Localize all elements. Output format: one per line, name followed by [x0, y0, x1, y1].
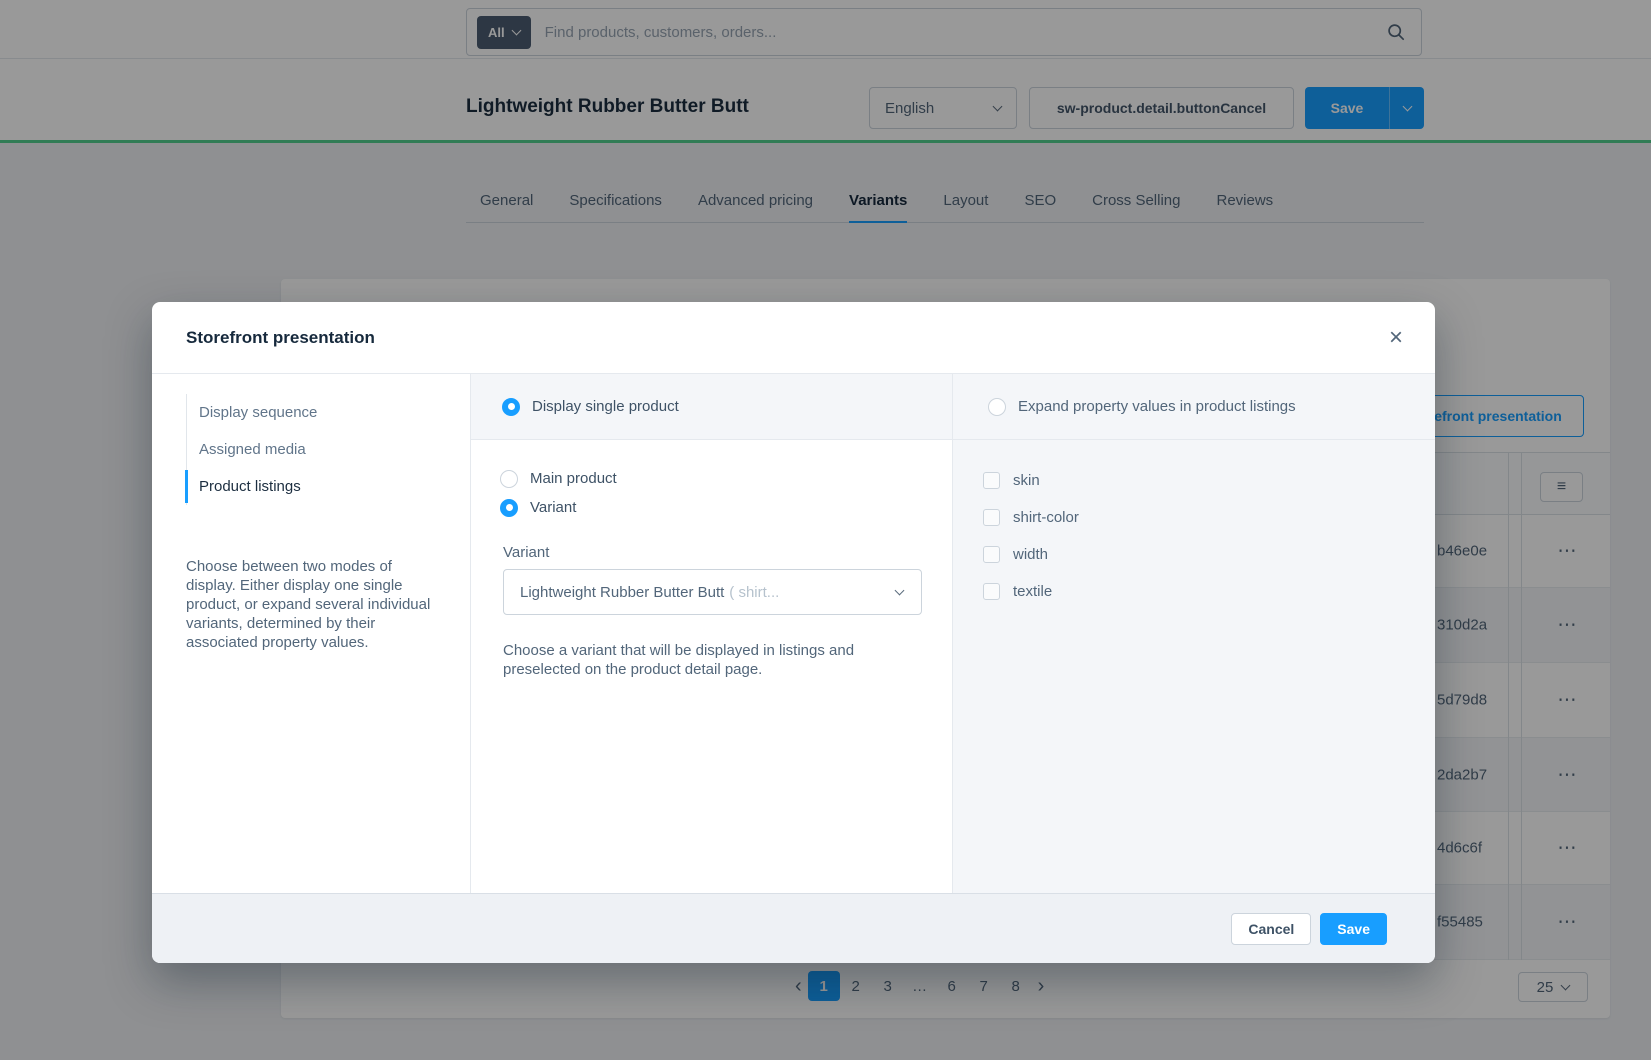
variant-help-text: Choose a variant that will be displayed …	[503, 641, 911, 679]
option-main-product: Main product	[500, 464, 952, 493]
property-label: width	[1013, 546, 1048, 563]
property-row-shirt-color: shirt-color	[983, 499, 1435, 536]
expand-properties-panel: Expand property values in product listin…	[953, 374, 1435, 893]
single-product-header-label: Display single product	[532, 398, 679, 415]
expand-properties-header: Expand property values in product listin…	[953, 374, 1435, 440]
variant-select-suffix: ( shirt...	[729, 584, 779, 601]
display-single-product-radio[interactable]	[502, 398, 520, 416]
main-product-label: Main product	[530, 470, 617, 487]
sidebar-item-display-sequence[interactable]: Display sequence	[187, 394, 446, 431]
modal-footer: Cancel Save	[152, 893, 1435, 963]
modal-header: Storefront presentation ×	[152, 302, 1435, 374]
property-checkbox-list: skin shirt-color width textile	[953, 462, 1435, 610]
property-label: shirt-color	[1013, 509, 1079, 526]
variant-label: Variant	[530, 499, 576, 516]
modal-cancel-button[interactable]: Cancel	[1231, 913, 1311, 945]
radio-dot	[508, 403, 515, 410]
checkbox-width[interactable]	[983, 546, 1000, 563]
single-product-options: Main product Variant	[471, 464, 952, 522]
expand-properties-header-label: Expand property values in product listin…	[1018, 398, 1296, 415]
main-product-radio[interactable]	[500, 470, 518, 488]
variant-radio[interactable]	[500, 499, 518, 517]
property-label: skin	[1013, 472, 1040, 489]
modal-sidebar: Display sequence Assigned media Product …	[152, 374, 471, 893]
modal-nav: Display sequence Assigned media Product …	[186, 394, 446, 505]
property-row-textile: textile	[983, 573, 1435, 610]
sidebar-item-assigned-media[interactable]: Assigned media	[187, 431, 446, 468]
storefront-presentation-modal: Storefront presentation × Display sequen…	[152, 302, 1435, 963]
chevron-down-icon	[895, 585, 905, 595]
screen: All Lightweight Rubber Butter Butt Engli…	[0, 0, 1651, 1060]
checkbox-shirt-color[interactable]	[983, 509, 1000, 526]
expand-property-values-radio[interactable]	[988, 398, 1006, 416]
close-icon[interactable]: ×	[1389, 326, 1403, 350]
single-product-header: Display single product	[471, 374, 952, 440]
variant-select-value: Lightweight Rubber Butter Butt	[520, 584, 724, 601]
checkbox-skin[interactable]	[983, 472, 1000, 489]
property-row-width: width	[983, 536, 1435, 573]
single-product-panel: Display single product Main product Vari…	[471, 374, 953, 893]
variant-select[interactable]: Lightweight Rubber Butter Butt ( shirt..…	[503, 569, 922, 615]
variant-field-label: Variant	[503, 544, 952, 561]
checkbox-textile[interactable]	[983, 583, 1000, 600]
property-label: textile	[1013, 583, 1052, 600]
radio-dot	[506, 504, 513, 511]
option-variant: Variant	[500, 493, 952, 522]
modal-title: Storefront presentation	[186, 328, 1389, 348]
modal-body: Display sequence Assigned media Product …	[152, 374, 1435, 893]
modal-description: Choose between two modes of display. Eit…	[186, 557, 434, 652]
property-row-skin: skin	[983, 462, 1435, 499]
modal-save-button[interactable]: Save	[1320, 913, 1387, 945]
sidebar-item-product-listings[interactable]: Product listings	[187, 468, 446, 505]
